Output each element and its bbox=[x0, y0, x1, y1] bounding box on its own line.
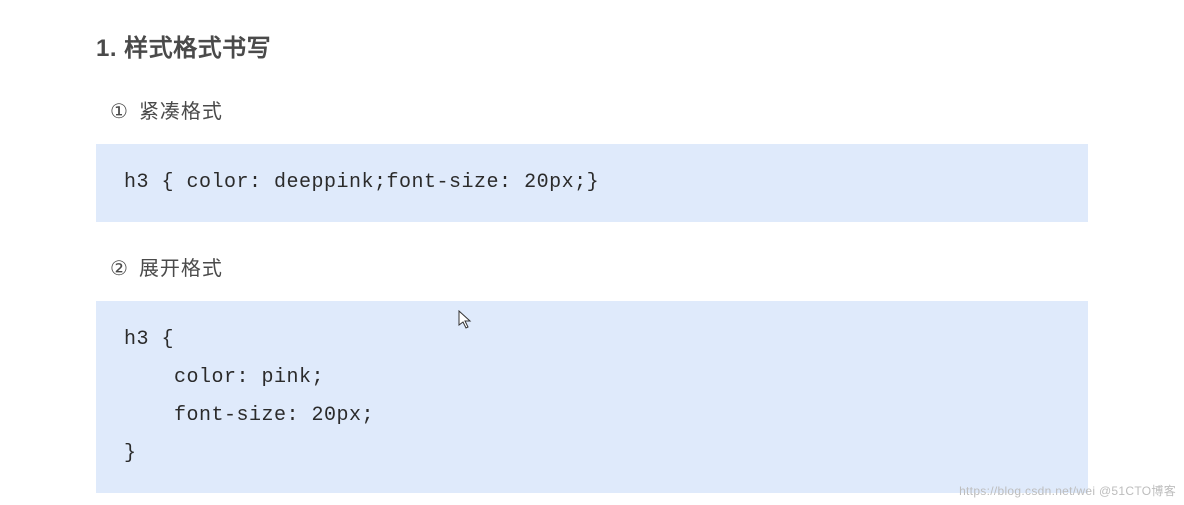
code-block-compact: h3 { color: deeppink;font-size: 20px;} bbox=[96, 144, 1088, 222]
subheading-expanded: ② 展开格式 bbox=[96, 252, 1088, 281]
main-heading: 1. 样式格式书写 bbox=[96, 28, 1088, 63]
code-block-expanded: h3 { color: pink; font-size: 20px; } bbox=[96, 301, 1088, 493]
subheading-compact: ① 紧凑格式 bbox=[96, 95, 1088, 124]
subheading-expanded-text: 展开格式 bbox=[139, 258, 223, 280]
subheading-compact-text: 紧凑格式 bbox=[139, 101, 223, 123]
marker-2: ② bbox=[110, 258, 129, 280]
watermark-text: https://blog.csdn.net/wei @51CTO博客 bbox=[959, 482, 1176, 499]
document-container: 1. 样式格式书写 ① 紧凑格式 h3 { color: deeppink;fon… bbox=[0, 0, 1184, 493]
marker-1: ① bbox=[110, 101, 129, 123]
